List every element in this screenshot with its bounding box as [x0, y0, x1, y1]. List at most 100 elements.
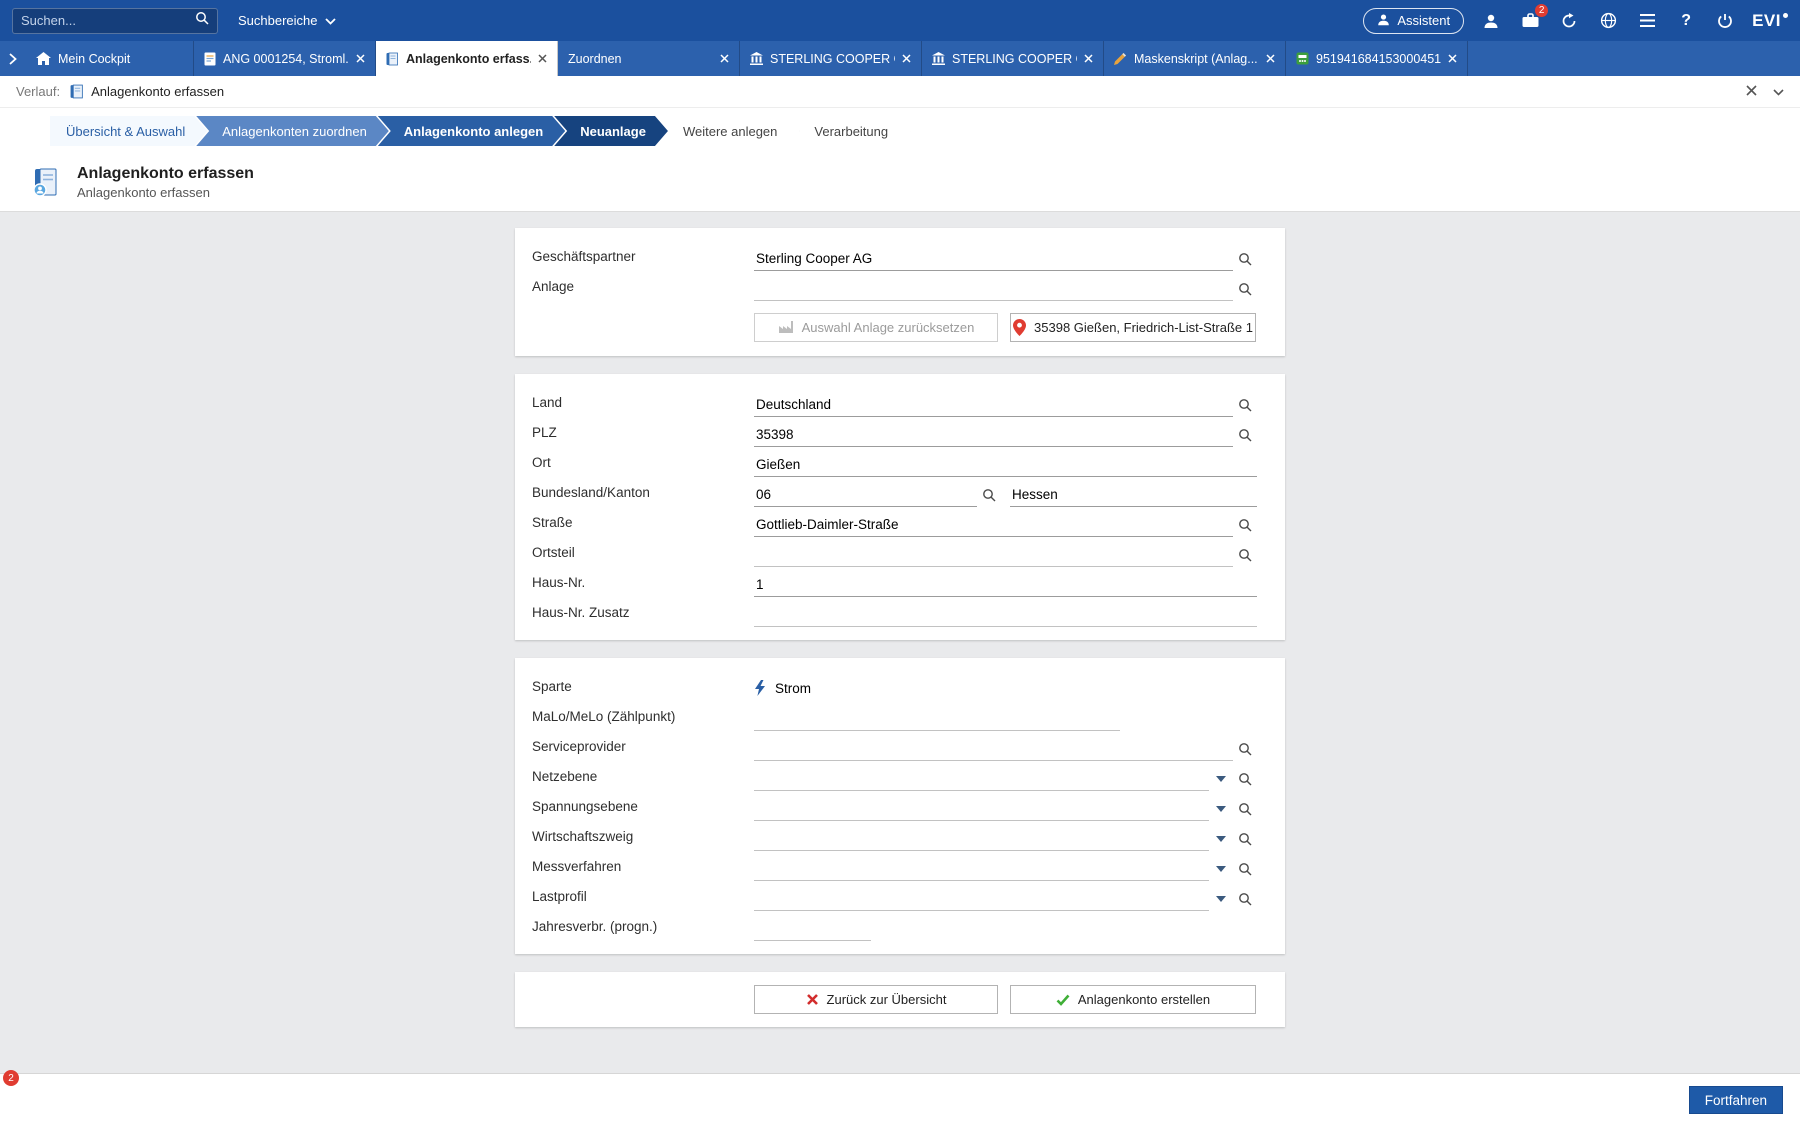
lookup-icon[interactable]: [1233, 425, 1257, 447]
lookup-icon[interactable]: [1233, 249, 1257, 271]
step-weitere-anlegen[interactable]: Weitere anlegen: [657, 116, 799, 146]
form-row: MaLo/MeLo (Zählpunkt): [532, 701, 1257, 731]
back-to-overview-button[interactable]: Zurück zur Übersicht: [754, 985, 998, 1014]
tab-anlagenkonto-erfassen[interactable]: Anlagenkonto erfass...: [376, 41, 558, 76]
briefcase-button[interactable]: 2: [1518, 9, 1542, 33]
assistant-button[interactable]: Assistent: [1363, 8, 1464, 34]
tab-mein-cockpit[interactable]: Mein Cockpit: [26, 41, 194, 76]
hausnr-field[interactable]: 1: [754, 575, 1257, 597]
close-icon: [1746, 85, 1757, 96]
tab-maskenskript[interactable]: Maskenskript (Anlag...: [1104, 41, 1286, 76]
lookup-icon[interactable]: [1233, 859, 1257, 881]
form-row: Netzebene: [532, 761, 1257, 791]
step-neuanlage[interactable]: Neuanlage: [554, 116, 668, 146]
step-anlagenkonten-zuordnen[interactable]: Anlagenkonten zuordnen: [196, 116, 389, 146]
lookup-icon[interactable]: [1233, 279, 1257, 301]
strasse-field[interactable]: Gottlieb-Daimler-Straße: [754, 515, 1233, 537]
messverfahren-field[interactable]: [754, 859, 1209, 881]
step-verarbeitung[interactable]: Verarbeitung: [788, 116, 910, 146]
field-label: Haus-Nr.: [532, 575, 754, 597]
form-row: Geschäftspartner Sterling Cooper AG: [532, 241, 1257, 271]
reset-anlage-button[interactable]: Auswahl Anlage zurücksetzen: [754, 313, 998, 342]
lookup-icon[interactable]: [1233, 829, 1257, 851]
search-icon[interactable]: [195, 11, 209, 30]
search-areas-button[interactable]: Suchbereiche: [230, 9, 344, 32]
dropdown-icon[interactable]: [1209, 769, 1233, 791]
user-button[interactable]: [1479, 9, 1503, 33]
lookup-icon[interactable]: [1233, 515, 1257, 537]
power-button[interactable]: [1713, 9, 1737, 33]
bundesland-name-field: Hessen: [1010, 485, 1257, 507]
ledger-icon: [70, 84, 84, 99]
address-panel: Land Deutschland PLZ 35398 Ort Gießen Bu…: [515, 374, 1285, 640]
tab-ang-0001254[interactable]: ANG 0001254, Stroml...: [194, 41, 376, 76]
spannungsebene-field[interactable]: [754, 799, 1209, 821]
jahresverbrauch-field[interactable]: [754, 919, 871, 941]
close-icon[interactable]: [720, 54, 729, 63]
dropdown-icon[interactable]: [1209, 799, 1233, 821]
step-uebersicht-auswahl[interactable]: Übersicht & Auswahl: [50, 116, 207, 146]
continue-button[interactable]: Fortfahren: [1689, 1086, 1783, 1114]
close-view-button[interactable]: [1746, 84, 1757, 99]
tab-sterling-cooper-2[interactable]: STERLING COOPER G...: [922, 41, 1104, 76]
anlage-field[interactable]: [754, 279, 1233, 301]
close-icon[interactable]: [1266, 54, 1275, 63]
lookup-icon[interactable]: [1233, 889, 1257, 911]
notification-badge: 2: [1534, 3, 1549, 18]
tab-zuordnen[interactable]: Zuordnen: [558, 41, 740, 76]
lastprofil-field[interactable]: [754, 889, 1209, 911]
tab-sterling-cooper-1[interactable]: STERLING COOPER G...: [740, 41, 922, 76]
tabbar: Mein Cockpit ANG 0001254, Stroml... Anla…: [0, 41, 1800, 76]
page-header: Anlagenkonto erfassen Anlagenkonto erfas…: [0, 156, 1800, 212]
error-count-badge[interactable]: 2: [3, 1070, 19, 1086]
lookup-icon[interactable]: [1233, 769, 1257, 791]
hausnr-zusatz-field[interactable]: [754, 605, 1257, 627]
search-input[interactable]: [21, 13, 195, 28]
close-icon[interactable]: [902, 54, 911, 63]
lookup-icon[interactable]: [977, 485, 1001, 507]
menu-button[interactable]: [1635, 9, 1659, 33]
wirtschaftszweig-field[interactable]: [754, 829, 1209, 851]
ort-field[interactable]: Gießen: [754, 455, 1257, 477]
power-icon: [1717, 13, 1733, 29]
malo-melo-field[interactable]: [754, 709, 1120, 731]
lookup-icon[interactable]: [1233, 739, 1257, 761]
plz-field[interactable]: 35398: [754, 425, 1233, 447]
lookup-icon[interactable]: [1233, 395, 1257, 417]
brand-mark-icon: [1783, 13, 1788, 18]
action-panel: Zurück zur Übersicht Anlagenkonto erstel…: [515, 972, 1285, 1027]
tab-expander-button[interactable]: [0, 41, 26, 76]
bundesland-field[interactable]: 06: [754, 485, 977, 507]
close-icon[interactable]: [356, 54, 365, 63]
create-anlagenkonto-button[interactable]: Anlagenkonto erstellen: [1010, 985, 1256, 1014]
electricity-icon: [754, 680, 766, 696]
form-row: Haus-Nr. Zusatz: [532, 597, 1257, 627]
netzebene-field[interactable]: [754, 769, 1209, 791]
globe-icon: [1600, 12, 1617, 29]
lookup-icon[interactable]: [1233, 545, 1257, 567]
form-row: Anlage: [532, 271, 1257, 301]
field-label: Bundesland/Kanton: [532, 485, 754, 507]
collapse-button[interactable]: [1773, 84, 1784, 99]
close-icon[interactable]: [1084, 54, 1093, 63]
dropdown-icon[interactable]: [1209, 889, 1233, 911]
step-anlagenkonto-anlegen[interactable]: Anlagenkonto anlegen: [378, 116, 565, 146]
dropdown-icon[interactable]: [1209, 829, 1233, 851]
close-icon[interactable]: [538, 54, 547, 63]
globe-button[interactable]: [1596, 9, 1620, 33]
anlage-address-button[interactable]: 35398 Gießen, Friedrich-List-Straße 1: [1010, 313, 1256, 342]
lookup-icon[interactable]: [1233, 799, 1257, 821]
search-box[interactable]: [12, 8, 218, 34]
dropdown-icon[interactable]: [1209, 859, 1233, 881]
land-field[interactable]: Deutschland: [754, 395, 1233, 417]
tab-951941684153000451[interactable]: 951941684153000451,...: [1286, 41, 1468, 76]
serviceprovider-field[interactable]: [754, 739, 1233, 761]
close-icon[interactable]: [1448, 54, 1457, 63]
help-button[interactable]: ?: [1674, 9, 1698, 33]
redo-button[interactable]: [1557, 9, 1581, 33]
form-row: Sparte Strom: [532, 671, 1257, 701]
partner-field[interactable]: Sterling Cooper AG: [754, 249, 1233, 271]
form-row: Spannungsebene: [532, 791, 1257, 821]
history-item[interactable]: Anlagenkonto erfassen: [70, 84, 224, 99]
ortsteil-field[interactable]: [754, 545, 1233, 567]
